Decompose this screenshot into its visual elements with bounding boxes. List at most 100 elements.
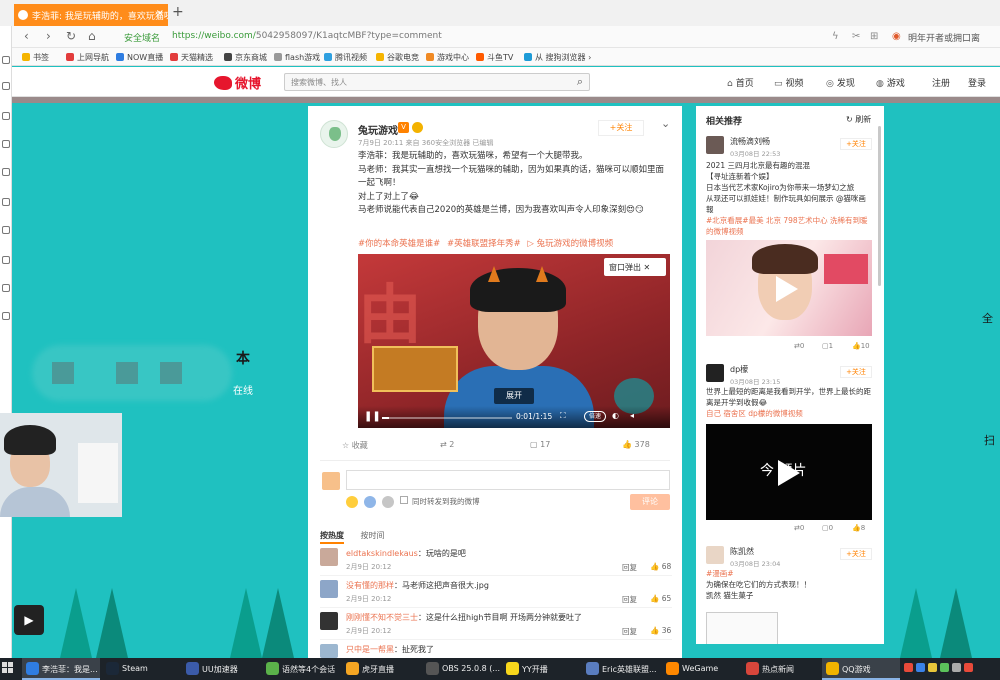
commenter-name[interactable]: 只中是一帮黑 (346, 645, 394, 654)
comment-like-button[interactable]: 👍 36 (650, 626, 671, 635)
bookmark-item[interactable]: 游戏中心 (426, 52, 469, 63)
speed-button[interactable]: 倍速 (584, 411, 606, 422)
tab-hot[interactable]: 按热度 (320, 531, 344, 544)
taskbar-item[interactable]: Eric英雄联盟... (582, 658, 660, 680)
pause-icon[interactable]: ❚❚ (364, 411, 381, 422)
tray-icon[interactable] (952, 663, 961, 672)
taskbar-item[interactable]: YY开播 (502, 658, 580, 680)
video-source-link[interactable]: ▷ 兔玩游戏的微博视频 (527, 239, 617, 249)
commenter-avatar[interactable] (320, 612, 338, 630)
bookmark-item[interactable]: 京东商城 (224, 52, 267, 63)
taskbar-item[interactable]: 语然等4个会话 (262, 658, 340, 680)
back-icon[interactable]: ‹ (24, 29, 29, 43)
sidebar-icon[interactable] (2, 112, 10, 120)
close-icon[interactable]: ✕ (644, 263, 651, 272)
repost-checkbox[interactable] (400, 496, 408, 504)
recommend-link[interactable]: 自己 宿舍区 dp檬的微博视频 (706, 408, 872, 419)
sidebar-icon[interactable] (2, 140, 10, 148)
follow-button[interactable]: +关注 (840, 548, 872, 560)
author-avatar[interactable] (320, 120, 348, 148)
comment-button[interactable]: ▢ 17 (530, 440, 550, 449)
tray-icon[interactable] (904, 663, 913, 672)
comment-like-button[interactable]: 👍 65 (650, 594, 671, 603)
forward-icon[interactable]: › (46, 29, 51, 43)
favorite-button[interactable]: ☆ 收藏 (342, 440, 368, 451)
bookmark-item[interactable]: 腾讯视频 (324, 52, 367, 63)
hashtag-link[interactable]: #漫画# (706, 568, 872, 579)
image-icon[interactable] (364, 496, 376, 508)
search-icon[interactable]: ⌕ (577, 75, 583, 89)
taskbar-item[interactable]: 热点新闻 (742, 658, 820, 680)
scrollbar[interactable] (878, 126, 881, 286)
sidebar-icon[interactable] (2, 284, 10, 292)
emoji-icon[interactable] (346, 496, 358, 508)
nav-game[interactable]: ◍ 游戏 (876, 76, 905, 89)
commenter-name[interactable]: 刚刚懂不知不觉三士 (346, 613, 418, 622)
browser-tab[interactable]: 李浩菲: 我是玩辅助的，喜欢玩猫咪 × (14, 4, 168, 26)
commenter-name[interactable]: eldtakskindlekaus (346, 549, 418, 558)
url-field[interactable]: https://weibo.com/5042958097/K1aqtcMBF?t… (172, 31, 442, 41)
repost-button[interactable]: ⇄ 2 (440, 440, 454, 449)
system-tray[interactable] (904, 663, 996, 675)
bookmark-item[interactable]: flash游戏 (274, 52, 320, 63)
tray-icon[interactable] (916, 663, 925, 672)
recommend-author[interactable]: dp檬 (730, 364, 748, 375)
tab-time[interactable]: 按时间 (361, 531, 385, 540)
play-icon[interactable] (776, 276, 798, 302)
repost-count[interactable]: ⇄ 0 (794, 524, 804, 532)
sidebar-icon[interactable] (2, 56, 10, 64)
recommend-avatar[interactable] (706, 364, 724, 382)
sidebar-icon[interactable] (2, 168, 10, 176)
commenter-avatar[interactable] (320, 548, 338, 566)
reload-icon[interactable]: ↻ (66, 29, 76, 43)
tray-icon[interactable] (928, 663, 937, 672)
bookmark-item[interactable]: 从 搜狗浏览器 › (524, 52, 591, 63)
taskbar-item[interactable]: QQ游戏 (822, 658, 900, 680)
reply-button[interactable]: 回复 (622, 594, 637, 605)
sidebar-icon[interactable] (2, 82, 10, 90)
expand-button[interactable]: 展开 (494, 388, 534, 404)
home-icon[interactable]: ⌂ (88, 29, 96, 43)
sidebar-icon[interactable] (2, 256, 10, 264)
comment-like-button[interactable]: 👍 68 (650, 562, 671, 571)
recommend-link[interactable]: #北京看展#最美 北京 798艺术中心 洗稀有到暖的微博视频 (706, 215, 872, 237)
bookmark-item[interactable]: 书签 (22, 52, 49, 63)
volume-icon[interactable]: ◂ (630, 411, 634, 420)
play-icon[interactable]: ▶ (14, 605, 44, 635)
fullscreen-icon[interactable]: ⛶ (560, 411, 566, 421)
bookmark-item[interactable]: 天猫精选 (170, 52, 213, 63)
recommend-video[interactable] (706, 240, 872, 336)
tray-icon[interactable] (964, 663, 973, 672)
recommend-video[interactable]: 今 频片 (706, 424, 872, 520)
follow-button[interactable]: +关注 (840, 366, 872, 378)
like-count[interactable]: 👍 8 (852, 524, 865, 532)
comment-submit-button[interactable]: 评论 (630, 494, 670, 510)
hashtag-link[interactable]: #英雄联盟择年秀# (447, 239, 521, 249)
comment-input[interactable] (346, 470, 670, 490)
tray-icon[interactable] (940, 663, 949, 672)
nav-discover[interactable]: ◎ 发现 (826, 76, 855, 89)
repost-count[interactable]: ⇄ 0 (794, 342, 804, 350)
nav-video[interactable]: ▭ 视频 (774, 76, 804, 89)
bookmark-item[interactable]: 谷歌电竞 (376, 52, 419, 63)
taskbar-item[interactable]: Steam (102, 658, 180, 680)
chevron-down-icon[interactable]: ⌄ (661, 117, 670, 130)
bookmark-item[interactable]: NOW直播 (116, 52, 163, 63)
video-player[interactable]: 由 窗口弹出 ✕ 展开 ❚❚ 0:01/1:15 ⛶ 倍速 ◐ ◂ (358, 254, 670, 428)
taskbar-item[interactable]: UU加速器 (182, 658, 260, 680)
recommend-avatar[interactable] (706, 136, 724, 154)
taskbar-item[interactable]: OBS 25.0.8 (... (422, 658, 500, 680)
author-name[interactable]: 兔玩游戏 (358, 122, 398, 137)
popout-window-button[interactable]: 窗口弹出 ✕ (604, 258, 666, 276)
taskbar-item[interactable]: 虎牙直播 (342, 658, 420, 680)
comic-thumbnail[interactable] (706, 612, 778, 644)
hashtag-link[interactable]: #你的本命英雄是谁# (358, 239, 440, 249)
new-tab-button[interactable]: + (172, 4, 184, 20)
like-button[interactable]: 👍 378 (622, 440, 650, 449)
follow-button[interactable]: +关注 (840, 138, 872, 150)
search-hint[interactable]: 明年开者或拥口离 (908, 31, 980, 44)
reply-button[interactable]: 回复 (622, 626, 637, 637)
play-icon[interactable] (778, 460, 800, 486)
comment-count[interactable]: ▢ 0 (822, 524, 833, 532)
taskbar-item[interactable]: 李浩菲：我是... (22, 658, 100, 680)
